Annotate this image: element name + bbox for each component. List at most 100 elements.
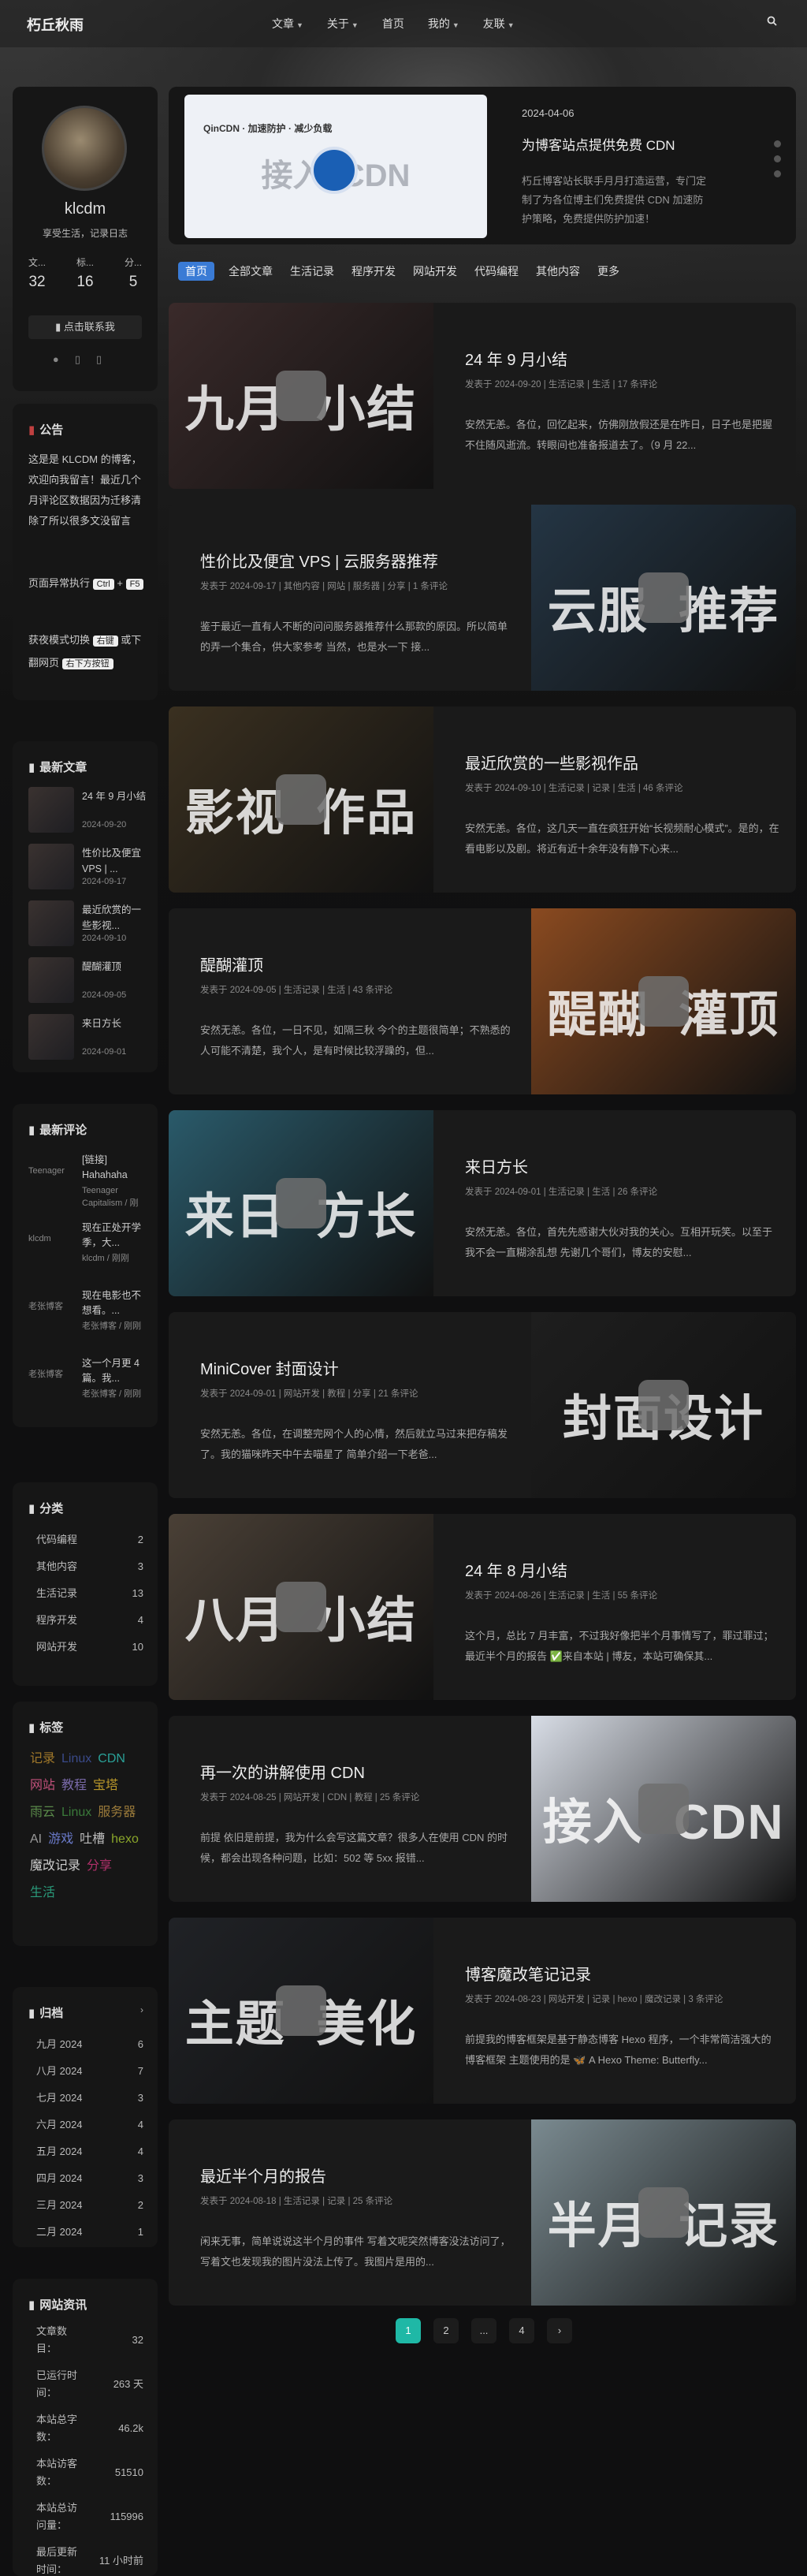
site-brand[interactable]: 朽丘秋雨 [27,14,84,35]
post-title[interactable]: 博客魔改笔记记录 [465,1962,591,1985]
recent-post-item[interactable]: 最近欣赏的一些影视... 2024-09-10 [28,899,147,956]
carousel-dot[interactable] [774,155,781,162]
post-title[interactable]: 醍醐灌顶 [200,952,263,975]
post-thumbnail[interactable]: 来日 方长 [169,1110,433,1296]
tab-8[interactable]: 更多 [594,262,623,281]
post-title[interactable]: 24 年 9 月小结 [465,347,567,370]
archive-item[interactable]: 四月 2024 3 [36,2165,143,2192]
archive-item[interactable]: 三月 2024 2 [36,2192,143,2219]
recent-comment-item[interactable]: Teenager [链接] Hahahaha Sehr... Teenager Ca… [28,1150,147,1217]
category-item[interactable]: 程序开发 4 [36,1607,143,1634]
tag-link[interactable]: Linux [61,1799,91,1826]
post-card[interactable]: 封面设计MiniCover 封面设计发表于 2024-09-01 | 网站开发 … [169,1312,796,1498]
post-card[interactable]: 八月 小结 24 年 8 月小结 发表于 2024-08-26 | 生活记录 | 生… [169,1514,796,1700]
page-4[interactable]: 4 [509,2318,534,2343]
tag-link[interactable]: 魔改记录 [30,1853,80,1880]
archive-item[interactable]: 五月 2024 4 [36,2138,143,2165]
tag-link[interactable]: 生活 [30,1880,55,1907]
post-card[interactable]: 云服 推荐 性价比及便宜 VPS | 云服务器推荐 发表于 2024-09-17 |… [169,505,796,691]
post-card[interactable]: 主题 美化 博客魔改笔记记录 发表于 2024-08-23 | 网站开发 | 记录 … [169,1918,796,2104]
carousel-dot[interactable] [774,170,781,177]
post-card[interactable]: 影视 作品 最近欣赏的一些影视作品 发表于 2024-09-10 | 生活记录 | … [169,706,796,893]
archive-item[interactable]: 八月 2024 7 [36,2058,143,2085]
post-title[interactable]: 24 年 8 月小结 [465,1558,567,1581]
post-card[interactable]: 半月 记录 最近半个月的报告 发表于 2024-08-18 | 生活记录 | 记录 … [169,2119,796,2306]
category-item[interactable]: 网站开发 10 [36,1634,143,1661]
tab-3[interactable]: 生活记录 [287,262,337,281]
post-title[interactable]: 再一次的讲解使用 CDN [200,1760,365,1783]
recent-post-item[interactable]: 醍醐灌顶 2024-09-05 [28,956,147,1012]
nav-item-home[interactable]: 首页 [382,16,404,32]
rss-icon[interactable]: ▯ [96,353,117,365]
avatar[interactable] [42,106,127,191]
tag-link[interactable]: 教程 [61,1773,87,1799]
nav-item-about[interactable]: 关于 ▼ [327,16,359,32]
category-item[interactable]: 生活记录 13 [36,1580,143,1607]
recent-post-item[interactable]: 性价比及便宜 VPS | ... 2024-09-17 [28,842,147,899]
post-title[interactable]: 来日方长 [465,1154,528,1177]
archive-item[interactable]: 二月 2024 1 [36,2219,143,2246]
recent-comment-item[interactable]: 老张博客 现在电影也不想看。... 老张博客 / 刚刚 [28,1285,147,1353]
category-item[interactable]: 其他内容 3 [36,1553,143,1580]
post-thumbnail[interactable]: 封面设计 [531,1312,796,1498]
tag-link[interactable]: 雨云 [30,1799,55,1826]
tab-1[interactable]: 首页 [178,262,214,281]
post-thumbnail[interactable]: 影视 作品 [169,706,433,893]
stat-articles[interactable]: 文... 32 [28,255,46,291]
tag-link[interactable]: CDN [98,1746,125,1773]
featured-title[interactable]: 为博客站点提供免费 CDN [522,134,675,154]
page-1[interactable]: 1 [396,2318,421,2343]
nav-item-articles[interactable]: 文章 ▼ [272,16,303,32]
tag-link[interactable]: 吐槽 [80,1826,105,1853]
post-card[interactable]: 接入 CDN 再一次的讲解使用 CDN 发表于 2024-08-25 | 网站开发 … [169,1716,796,1902]
post-thumbnail[interactable]: 半月 记录 [531,2119,796,2306]
contact-button[interactable]: ▮ 点击联系我 [28,315,142,339]
tag-link[interactable]: 记录 [30,1746,55,1773]
page-next[interactable]: › [547,2318,572,2343]
tag-link[interactable]: hexo [111,1826,139,1853]
post-title[interactable]: 性价比及便宜 VPS | 云服务器推荐 [200,549,438,572]
category-item[interactable]: 代码编程 2 [36,1527,143,1553]
post-thumbnail[interactable]: 主题 美化 [169,1918,433,2104]
post-card[interactable]: 来日 方长 来日方长 发表于 2024-09-01 | 生活记录 | 生活 | 26… [169,1110,796,1296]
tab-5[interactable]: 网站开发 [410,262,460,281]
archive-item[interactable]: 九月 2024 6 [36,2031,143,2058]
post-thumbnail[interactable]: 醍醐 灌顶 [531,908,796,1094]
post-title[interactable]: 最近欣赏的一些影视作品 [465,751,638,774]
github-icon[interactable]: ● [53,353,75,365]
chevron-right-icon[interactable]: › [140,2004,143,2015]
search-icon[interactable] [767,16,777,28]
tag-link[interactable]: 网站 [30,1773,55,1799]
mail-icon[interactable]: ▯ [75,353,96,365]
post-thumbnail[interactable]: 八月 小结 [169,1514,433,1700]
nav-item-mine[interactable]: 我的 ▼ [428,16,459,32]
tag-link[interactable]: 游戏 [48,1826,73,1853]
nav-item-friends[interactable]: 友联 ▼ [483,16,515,32]
recent-post-item[interactable]: 24 年 9 月小结 2024-09-20 [28,785,147,842]
carousel-dot[interactable] [774,140,781,147]
post-thumbnail[interactable]: 云服 推荐 [531,505,796,691]
tab-7[interactable]: 其他内容 [533,262,583,281]
post-thumbnail[interactable]: 接入 CDN [531,1716,796,1902]
post-card[interactable]: 醍醐 灌顶 醍醐灌顶 发表于 2024-09-05 | 生活记录 | 生活 | 43… [169,908,796,1094]
page-2[interactable]: 2 [433,2318,459,2343]
tab-6[interactable]: 代码编程 [471,262,522,281]
stat-tags[interactable]: 标... 16 [76,255,94,291]
recent-comment-item[interactable]: 老张博客 这一个月更 4 篇。我... 老张博客 / 刚刚 [28,1353,147,1421]
stat-categories[interactable]: 分... 5 [125,255,142,291]
post-card[interactable]: 九月 小结 24 年 9 月小结 发表于 2024-09-20 | 生活记录 | 生… [169,303,796,489]
archive-item[interactable]: 六月 2024 4 [36,2112,143,2138]
tag-link[interactable]: 宝塔 [93,1773,118,1799]
recent-comment-item[interactable]: klcdm 现在正处开学季，大... klcdm / 刚刚 [28,1217,147,1285]
tag-link[interactable]: Linux [61,1746,91,1773]
post-title[interactable]: MiniCover 封面设计 [200,1356,339,1379]
tab-2[interactable]: 全部文章 [225,262,276,281]
featured-post[interactable]: QinCDN · 加速防护 · 减少负载 接入 CDN 2024-04-06 为… [169,87,796,244]
recent-post-item[interactable]: 来日方长 2024-09-01 [28,1012,147,1069]
post-title[interactable]: 最近半个月的报告 [200,2164,326,2186]
tab-4[interactable]: 程序开发 [348,262,399,281]
tag-link[interactable]: 分享 [87,1853,112,1880]
tag-link[interactable]: AI [30,1826,42,1853]
archive-item[interactable]: 七月 2024 3 [36,2085,143,2112]
tag-link[interactable]: 服务器 [98,1799,136,1826]
